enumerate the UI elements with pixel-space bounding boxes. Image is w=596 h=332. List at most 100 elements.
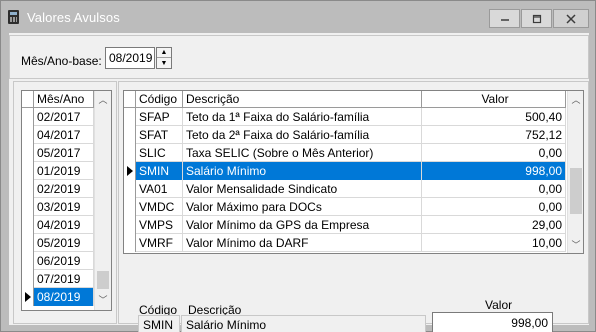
- arrow-up-icon: ▲: [160, 49, 168, 56]
- month-row[interactable]: 02/2017: [22, 108, 94, 126]
- months-header: Mês/Ano: [22, 91, 94, 108]
- month-row[interactable]: 03/2019: [22, 198, 94, 216]
- value-cell[interactable]: 998,00: [422, 162, 566, 180]
- value-row[interactable]: VMRF Valor Mínimo da DARF 10,00: [124, 234, 566, 252]
- value-cell[interactable]: 0,00: [422, 180, 566, 198]
- value-row[interactable]: SFAP Teto da 1ª Faixa do Salário-família 5…: [124, 108, 566, 126]
- value-cell[interactable]: 500,40: [422, 108, 566, 126]
- values-panel: Código Descrição Valor SFAP Teto da 1ª Fa…: [118, 81, 589, 332]
- value-cell[interactable]: 29,00: [422, 216, 566, 234]
- month-cell[interactable]: 04/2017: [34, 126, 94, 144]
- code-cell[interactable]: SFAP: [136, 108, 183, 126]
- minimize-button[interactable]: [489, 9, 520, 28]
- month-cell[interactable]: 05/2019: [34, 234, 94, 252]
- description-cell[interactable]: Salário Mínimo: [183, 162, 422, 180]
- row-indicator: [22, 198, 34, 216]
- description-cell[interactable]: Valor Mínimo da DARF: [183, 234, 422, 252]
- row-indicator: [22, 216, 34, 234]
- col-code-header[interactable]: Código: [136, 91, 183, 107]
- month-cell[interactable]: 03/2019: [34, 198, 94, 216]
- col-description-header[interactable]: Descrição: [183, 91, 422, 107]
- row-indicator: [22, 252, 34, 270]
- value-row[interactable]: VMPS Valor Mínimo da GPS da Empresa 29,00: [124, 216, 566, 234]
- values-grid[interactable]: Código Descrição Valor SFAP Teto da 1ª Fa…: [123, 90, 584, 254]
- value-cell[interactable]: 752,12: [422, 126, 566, 144]
- months-header-indicator: [22, 91, 34, 107]
- month-row[interactable]: 05/2017: [22, 144, 94, 162]
- values-scrollbar[interactable]: ︿ ﹀: [567, 91, 583, 253]
- month-cell[interactable]: 02/2017: [34, 108, 94, 126]
- description-cell[interactable]: Valor Mínimo da GPS da Empresa: [183, 216, 422, 234]
- scroll-thumb[interactable]: [570, 168, 582, 214]
- value-row[interactable]: VA01 Valor Mensalidade Sindicato 0,00: [124, 180, 566, 198]
- month-row[interactable]: 06/2019: [22, 252, 94, 270]
- code-cell[interactable]: VA01: [136, 180, 183, 198]
- month-cell[interactable]: 02/2019: [34, 180, 94, 198]
- row-indicator: [124, 180, 136, 198]
- arrow-down-icon: ▼: [160, 59, 168, 67]
- code-cell[interactable]: VMPS: [136, 216, 183, 234]
- period-panel: Mês/Ano-base: 08/2019 ▲ ▼: [9, 35, 589, 79]
- value-cell[interactable]: 0,00: [422, 144, 566, 162]
- months-header-label[interactable]: Mês/Ano: [34, 91, 94, 107]
- row-indicator: [22, 144, 34, 162]
- month-row[interactable]: 02/2019: [22, 180, 94, 198]
- description-cell[interactable]: Teto da 1ª Faixa do Salário-família: [183, 108, 422, 126]
- scroll-down-button[interactable]: ﹀: [95, 291, 111, 308]
- calculator-icon: [8, 10, 19, 24]
- period-input[interactable]: 08/2019: [105, 47, 155, 69]
- month-row[interactable]: 04/2017: [22, 126, 94, 144]
- client-area: Mês/Ano-base: 08/2019 ▲ ▼ Mês/Ano 02/201…: [9, 33, 589, 332]
- month-cell[interactable]: 07/2019: [34, 270, 94, 288]
- description-cell[interactable]: Taxa SELIC (Sobre o Mês Anterior): [183, 144, 422, 162]
- window-title: Valores Avulsos: [27, 10, 120, 25]
- months-grid[interactable]: Mês/Ano 02/2017 04/2017 05/2017 01/2019 02/2…: [21, 90, 112, 311]
- description-cell[interactable]: Valor Máximo para DOCs: [183, 198, 422, 216]
- scroll-down-button[interactable]: ﹀: [568, 236, 583, 253]
- value-row[interactable]: VMDC Valor Máximo para DOCs 0,00: [124, 198, 566, 216]
- month-cell[interactable]: 01/2019: [34, 162, 94, 180]
- value-row[interactable]: SLIC Taxa SELIC (Sobre o Mês Anterior) 0,0…: [124, 144, 566, 162]
- month-cell[interactable]: 05/2017: [34, 144, 94, 162]
- description-cell[interactable]: Valor Mensalidade Sindicato: [183, 180, 422, 198]
- value-row[interactable]: SFAT Teto da 2ª Faixa do Salário-família 7…: [124, 126, 566, 144]
- detail-value-input[interactable]: 998,00: [432, 312, 553, 332]
- months-scrollbar[interactable]: ︿ ﹀: [94, 91, 111, 310]
- spin-up-button[interactable]: ▲: [157, 48, 171, 58]
- month-cell[interactable]: 06/2019: [34, 252, 94, 270]
- value-row[interactable]: SMIN Salário Mínimo 998,00: [124, 162, 566, 180]
- title-bar[interactable]: Valores Avulsos: [1, 1, 595, 33]
- row-indicator: [124, 216, 136, 234]
- period-spinner[interactable]: ▲ ▼: [156, 47, 172, 69]
- description-cell[interactable]: Teto da 2ª Faixa do Salário-família: [183, 126, 422, 144]
- maximize-button[interactable]: [521, 9, 552, 28]
- scroll-up-button[interactable]: ︿: [568, 91, 583, 108]
- detail-code-field: SMIN: [138, 315, 180, 332]
- value-cell[interactable]: 10,00: [422, 234, 566, 252]
- month-row[interactable]: 05/2019: [22, 234, 94, 252]
- code-cell[interactable]: SLIC: [136, 144, 183, 162]
- month-row[interactable]: 04/2019: [22, 216, 94, 234]
- code-cell[interactable]: VMDC: [136, 198, 183, 216]
- current-row-arrow-icon: [25, 292, 31, 302]
- row-indicator: [22, 288, 34, 306]
- row-indicator: [22, 162, 34, 180]
- month-cell[interactable]: 08/2019: [34, 288, 94, 306]
- month-row[interactable]: 07/2019: [22, 270, 94, 288]
- period-label: Mês/Ano-base:: [21, 54, 102, 68]
- scroll-up-button[interactable]: ︿: [95, 91, 111, 108]
- row-indicator: [124, 198, 136, 216]
- current-row-arrow-icon: [127, 166, 133, 176]
- close-button[interactable]: [553, 9, 589, 28]
- month-row[interactable]: 01/2019: [22, 162, 94, 180]
- month-cell[interactable]: 04/2019: [34, 216, 94, 234]
- value-cell[interactable]: 0,00: [422, 198, 566, 216]
- col-value-header[interactable]: Valor: [422, 91, 566, 107]
- code-cell[interactable]: SMIN: [136, 162, 183, 180]
- window: Valores Avulsos Mês/Ano-base: 08/2019 ▲ …: [0, 0, 596, 332]
- code-cell[interactable]: SFAT: [136, 126, 183, 144]
- spin-down-button[interactable]: ▼: [157, 58, 171, 68]
- code-cell[interactable]: VMRF: [136, 234, 183, 252]
- scroll-thumb[interactable]: [97, 271, 109, 289]
- month-row[interactable]: 08/2019: [22, 288, 94, 306]
